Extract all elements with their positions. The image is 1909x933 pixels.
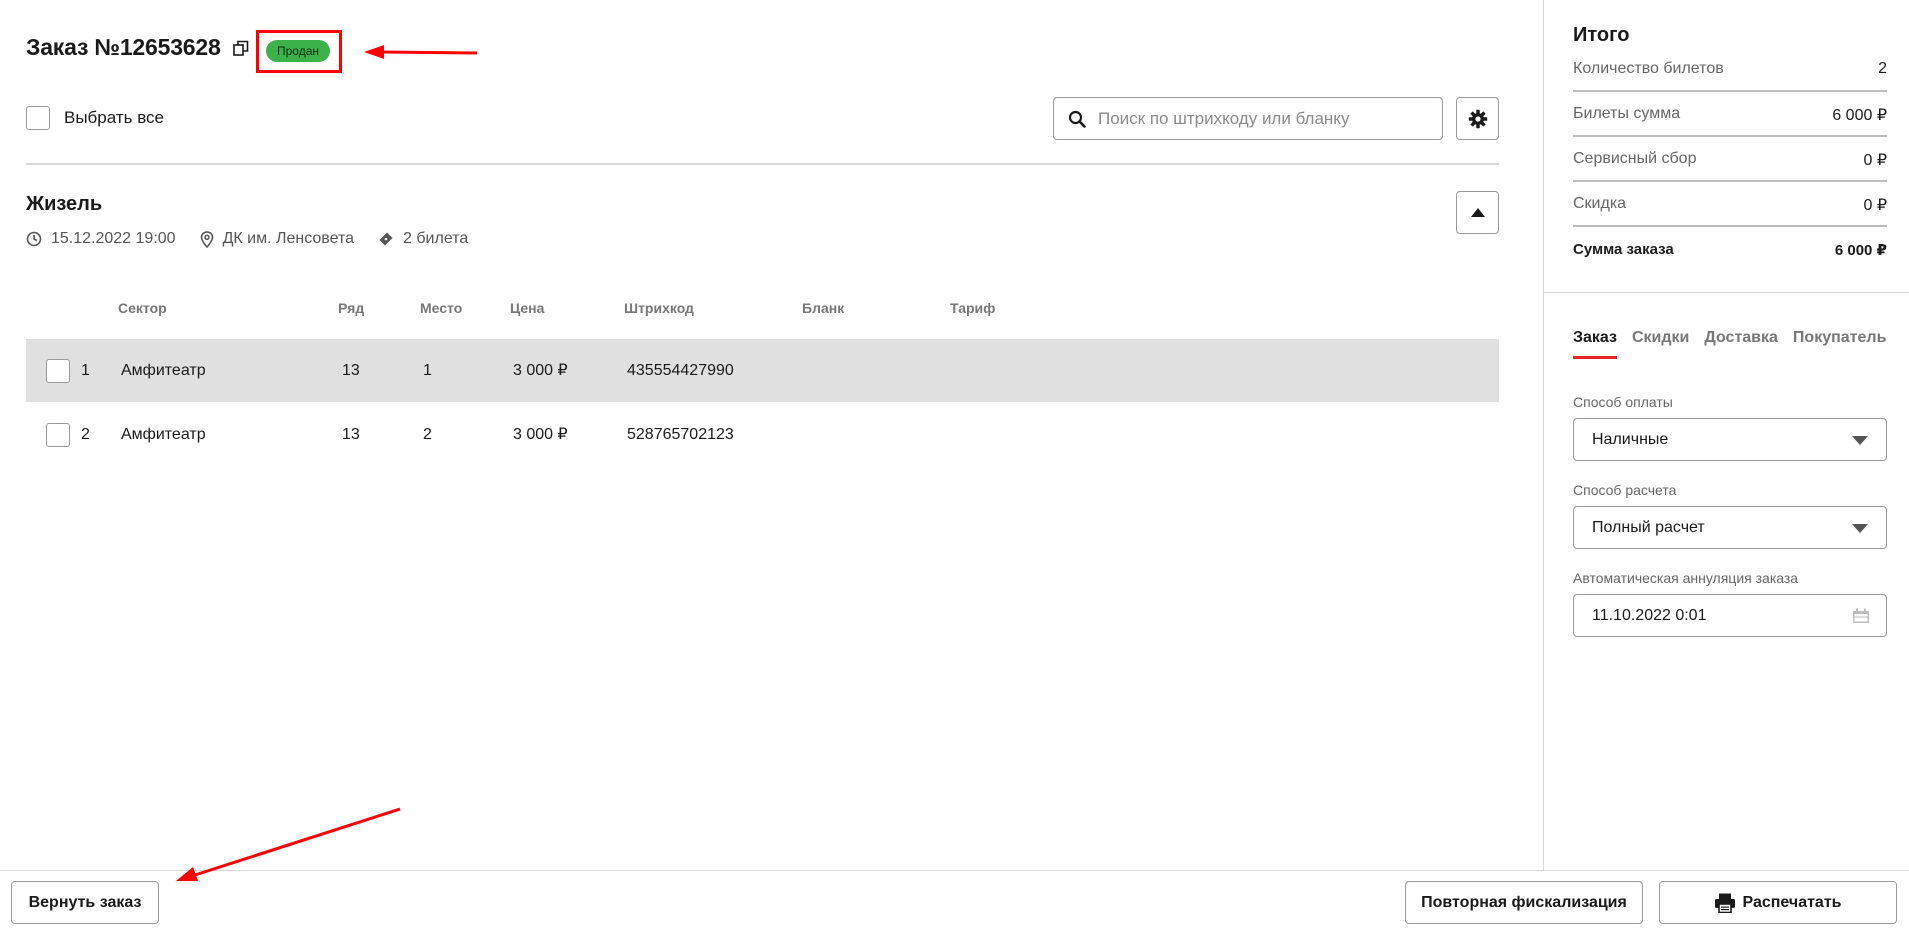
- row-checkbox[interactable]: [46, 359, 70, 383]
- auto-cancel-datetime-field[interactable]: 11.10.2022 0:01: [1573, 594, 1887, 637]
- payment-method-label: Способ оплаты: [1573, 394, 1673, 410]
- table-row[interactable]: 1 Амфитеатр 13 1 3 000 ₽ 435554427990: [26, 339, 1499, 402]
- row-sector: Амфитеатр: [121, 426, 206, 443]
- summary-label: Сервисный сбор: [1573, 150, 1697, 167]
- row-row: 13: [342, 426, 360, 443]
- tab-buyer[interactable]: Покупатель: [1793, 329, 1886, 359]
- triangle-up-icon: [1470, 208, 1485, 217]
- event-venue: ДК им. Ленсовета: [200, 230, 354, 248]
- payment-method-value: Наличные: [1592, 430, 1669, 448]
- event-datetime-text: 15.12.2022 19:00: [51, 230, 176, 247]
- col-header-tariff: Тариф: [950, 300, 996, 316]
- header-divider: [26, 163, 1499, 165]
- summary-value: 0 ₽: [1863, 152, 1887, 169]
- row-price: 3 000 ₽: [513, 426, 568, 443]
- row-seat: 1: [423, 362, 432, 379]
- row-number: 2: [81, 426, 90, 443]
- panel-tabs: Заказ Скидки Доставка Покупатель: [1573, 329, 1901, 359]
- summary-title: Итого: [1573, 24, 1630, 46]
- auto-cancel-label: Автоматическая аннуляция заказа: [1573, 570, 1799, 586]
- col-header-price: Цена: [510, 300, 545, 316]
- chevron-down-icon: [1852, 436, 1868, 445]
- summary-row-tickets-sum: Билеты сумма 6 000 ₽: [1573, 105, 1887, 124]
- col-header-sector: Сектор: [118, 300, 167, 316]
- select-all-label: Выбрать все: [64, 108, 164, 127]
- order-page: Заказ №12653628 Продан Выбрать все Поиск…: [0, 0, 1909, 933]
- refiscalize-button[interactable]: Повторная фискализация: [1405, 881, 1643, 924]
- row-checkbox[interactable]: [46, 423, 70, 447]
- summary-row-total: Сумма заказа 6 000 ₽: [1573, 241, 1887, 259]
- order-summary-panel: Итого Количество билетов 2 Билеты сумма …: [1544, 0, 1909, 870]
- copy-icon[interactable]: [232, 40, 249, 56]
- search-icon: [1068, 110, 1086, 128]
- row-row: 13: [342, 362, 360, 379]
- printer-icon: [1715, 893, 1736, 913]
- row-barcode: 435554427990: [627, 362, 734, 379]
- settings-button[interactable]: [1456, 97, 1499, 140]
- table-row[interactable]: 2 Амфитеатр 13 2 3 000 ₽ 528765702123: [26, 403, 1499, 466]
- summary-value: 6 000 ₽: [1832, 107, 1887, 124]
- summary-divider: [1573, 135, 1887, 137]
- col-header-blank: Бланк: [802, 300, 845, 316]
- summary-divider: [1573, 180, 1887, 182]
- summary-row-discount: Скидка 0 ₽: [1573, 195, 1887, 214]
- main-area: Заказ №12653628 Продан Выбрать все Поиск…: [0, 0, 1543, 870]
- row-sector: Амфитеатр: [121, 362, 206, 379]
- summary-total-value: 6 000 ₽: [1834, 242, 1887, 259]
- ticket-icon: [379, 232, 393, 246]
- summary-total-label: Сумма заказа: [1573, 241, 1674, 258]
- calendar-icon[interactable]: [1852, 608, 1870, 624]
- summary-label: Билеты сумма: [1573, 105, 1681, 122]
- summary-label: Скидка: [1573, 195, 1627, 212]
- tab-order[interactable]: Заказ: [1573, 329, 1617, 359]
- status-badge: Продан: [266, 40, 331, 62]
- bottom-action-bar: Вернуть заказ Повторная фискализация Рас…: [0, 870, 1909, 933]
- print-button[interactable]: Распечатать: [1659, 881, 1897, 924]
- summary-divider: [1573, 90, 1887, 92]
- row-barcode: 528765702123: [627, 426, 734, 443]
- event-tickets: 2 билета: [378, 230, 468, 248]
- auto-cancel-value: 11.10.2022 0:01: [1592, 606, 1707, 624]
- collapse-event-button[interactable]: [1456, 191, 1499, 234]
- settlement-method-label: Способ расчета: [1573, 482, 1677, 498]
- col-header-barcode: Штрихкод: [624, 300, 694, 316]
- search-input[interactable]: [1098, 108, 1418, 129]
- gear-icon: [1468, 109, 1487, 128]
- print-button-label: Распечатать: [1742, 893, 1842, 911]
- summary-row-tickets-count: Количество билетов 2: [1573, 60, 1887, 78]
- settlement-method-value: Полный расчет: [1592, 518, 1705, 536]
- event-meta: 15.12.2022 19:00 ДК им. Ленсовета 2 биле…: [26, 230, 492, 248]
- summary-row-service-fee: Сервисный сбор 0 ₽: [1573, 150, 1887, 169]
- summary-divider: [1573, 225, 1887, 227]
- chevron-down-icon: [1852, 524, 1868, 533]
- summary-label: Количество билетов: [1573, 60, 1724, 77]
- search-box[interactable]: [1053, 97, 1443, 140]
- tab-discounts[interactable]: Скидки: [1632, 329, 1689, 359]
- row-price: 3 000 ₽: [513, 362, 568, 379]
- order-header: Заказ №12653628: [26, 34, 249, 61]
- location-pin-icon: [200, 230, 213, 248]
- col-header-seat: Место: [420, 300, 463, 316]
- col-header-row: Ряд: [338, 300, 365, 316]
- event-title: Жизель: [26, 193, 103, 215]
- summary-value: 0 ₽: [1863, 197, 1887, 214]
- select-all-checkbox[interactable]: [26, 106, 50, 130]
- row-seat: 2: [423, 426, 432, 443]
- row-number: 1: [81, 362, 90, 379]
- settlement-method-select[interactable]: Полный расчет: [1573, 506, 1887, 549]
- select-all[interactable]: Выбрать все: [26, 106, 164, 130]
- order-title: Заказ №12653628: [26, 34, 221, 60]
- tab-delivery[interactable]: Доставка: [1704, 329, 1778, 359]
- event-tickets-text: 2 билета: [403, 230, 469, 247]
- event-venue-text: ДК им. Ленсовета: [222, 230, 355, 247]
- panel-section-divider: [1544, 292, 1909, 293]
- return-order-button[interactable]: Вернуть заказ: [11, 881, 159, 924]
- event-datetime: 15.12.2022 19:00: [26, 230, 176, 248]
- clock-icon: [26, 231, 42, 247]
- payment-method-select[interactable]: Наличные: [1573, 418, 1887, 461]
- summary-value: 2: [1878, 60, 1887, 77]
